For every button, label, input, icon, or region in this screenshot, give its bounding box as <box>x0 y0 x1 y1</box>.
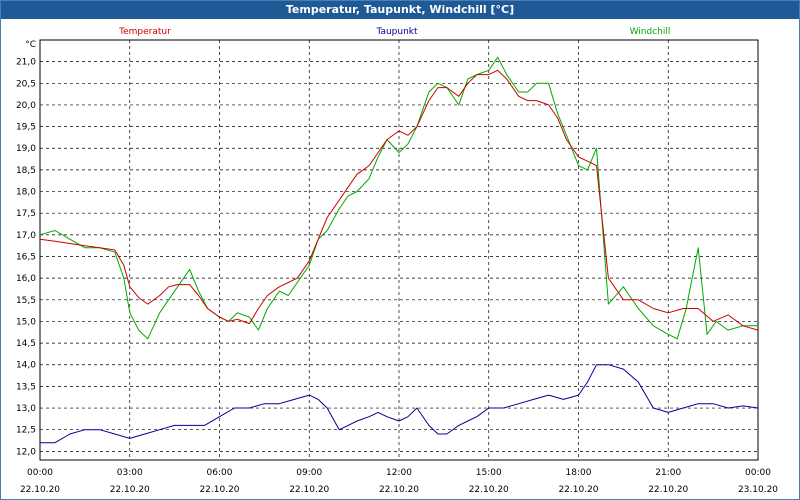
x-tick-time: 00:00 <box>27 468 53 478</box>
y-tick-label: 12,5 <box>16 426 36 436</box>
legend-label-windchill: Windchill <box>630 27 671 37</box>
y-tick-label: 16,5 <box>16 252 36 262</box>
x-tick-date: 22.10.20 <box>110 485 150 495</box>
x-tick-date: 22.10.20 <box>20 485 60 495</box>
x-tick-time: 00:00 <box>745 468 771 478</box>
y-tick-label: 17,5 <box>16 209 36 219</box>
y-tick-label: 18,0 <box>16 188 36 198</box>
x-tick-time: 12:00 <box>386 468 412 478</box>
y-tick-label: 20,0 <box>16 101 36 111</box>
x-tick-date: 22.10.20 <box>379 485 419 495</box>
y-tick-label: 21,0 <box>16 58 36 68</box>
x-tick-date: 22.10.20 <box>289 485 329 495</box>
y-tick-label: 12,0 <box>16 447 36 457</box>
y-tick-label: 13,5 <box>16 382 36 392</box>
legend-label-taupunkt: Taupunkt <box>375 27 418 37</box>
x-tick-date: 22.10.20 <box>469 485 509 495</box>
x-tick-time: 15:00 <box>476 468 502 478</box>
y-tick-label: 17,0 <box>16 231 36 241</box>
y-tick-label: 19,0 <box>16 144 36 154</box>
y-tick-label: 14,0 <box>16 361 36 371</box>
x-tick-time: 21:00 <box>655 468 681 478</box>
y-tick-label: 20,5 <box>16 79 36 89</box>
y-tick-label: 14,5 <box>16 339 36 349</box>
y-tick-label: 15,0 <box>16 317 36 327</box>
x-tick-time: 06:00 <box>207 468 233 478</box>
x-tick-time: 03:00 <box>117 468 143 478</box>
y-tick-label: 19,5 <box>16 123 36 133</box>
x-tick-date: 22.10.20 <box>648 485 688 495</box>
y-tick-label: 16,0 <box>16 274 36 284</box>
x-tick-date: 23.10.20 <box>738 485 778 495</box>
x-tick-time: 09:00 <box>296 468 322 478</box>
y-tick-label: 15,5 <box>16 296 36 306</box>
x-tick-date: 22.10.20 <box>558 485 598 495</box>
y-tick-label: 13,0 <box>16 404 36 414</box>
y-tick-label: 18,5 <box>16 166 36 176</box>
x-tick-time: 18:00 <box>566 468 592 478</box>
legend-label-temperatur: Temperatur <box>118 27 171 37</box>
x-tick-date: 22.10.20 <box>199 485 239 495</box>
chart-plot: 12,0 12,5 13,0 13,5 14,0 14,5 15,0 15,5 16,0 16,5… <box>16 27 778 495</box>
y-axis-label: °C <box>25 40 36 50</box>
